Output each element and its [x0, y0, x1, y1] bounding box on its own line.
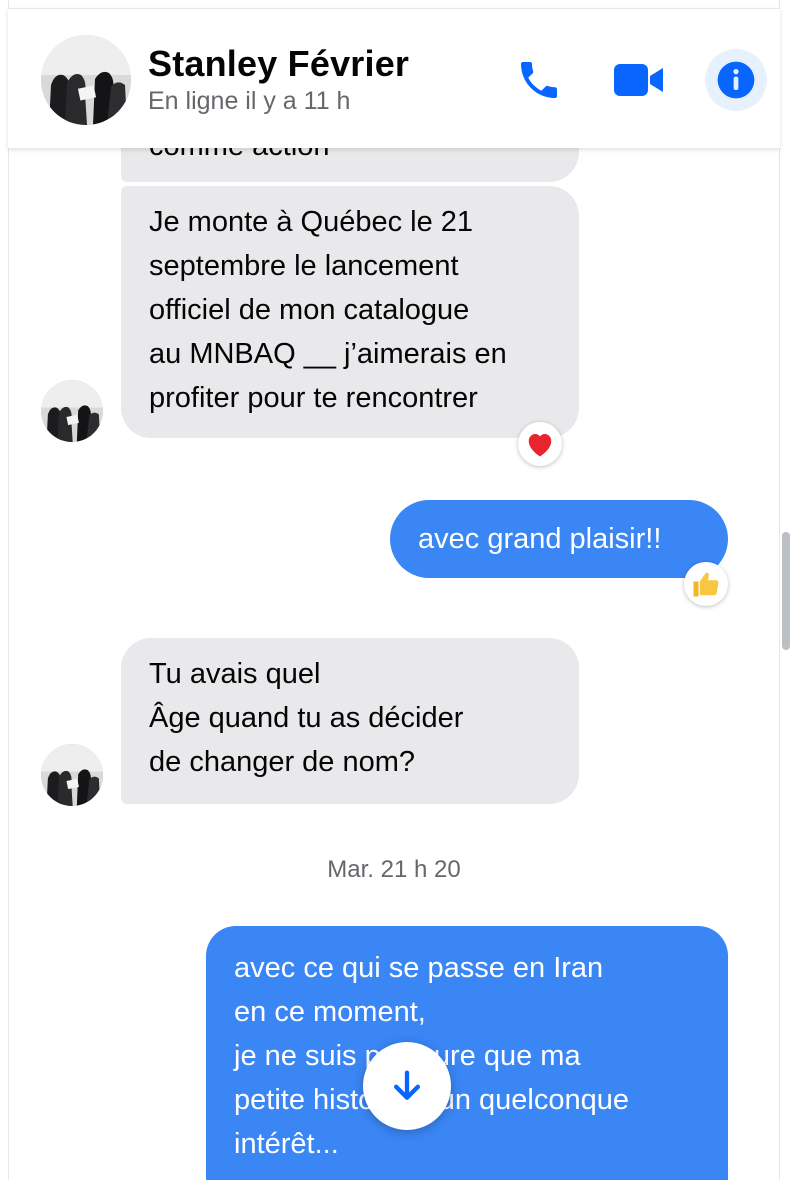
thumbs-up-icon: [693, 572, 719, 597]
video-call-button[interactable]: [608, 49, 670, 111]
red-heart-icon: [528, 434, 552, 457]
contact-status: En ligne il y a 11 h: [148, 87, 351, 115]
video-camera-icon: [614, 64, 663, 96]
message-line: Tu avais quel: [149, 658, 321, 690]
message-line: petite histoire a un quelconque: [234, 1084, 630, 1116]
message-bubble-incoming[interactable]: comme action: [121, 148, 579, 182]
message-bubble-outgoing[interactable]: avec grand plaisir!!: [390, 500, 728, 578]
message-timestamp: Mar. 21 h 20: [327, 856, 461, 883]
heart-reaction[interactable]: [518, 422, 562, 466]
contact-name[interactable]: Stanley Février: [148, 43, 409, 85]
message-line: intérêt...: [234, 1128, 339, 1160]
message-bubble-incoming[interactable]: Je monte à Québec le 21 septembre le lan…: [121, 186, 579, 438]
message-line: avec ce qui se passe en Iran: [234, 952, 604, 984]
phone-icon: [521, 62, 557, 98]
arrow-down-icon: [394, 1070, 420, 1100]
message-text: avec grand plaisir!!: [418, 523, 662, 555]
scroll-to-bottom-button[interactable]: [363, 1042, 451, 1130]
info-icon: [717, 61, 755, 99]
message-line: je ne suis pas sure que ma: [234, 1040, 581, 1072]
message-line: officiel de mon catalogue: [149, 294, 470, 326]
message-line: au MNBAQ __ j’aimerais en: [149, 338, 507, 370]
sender-avatar[interactable]: [41, 380, 103, 442]
message-line: profiter pour te rencontrer: [149, 382, 478, 414]
message-text: comme action: [149, 148, 551, 168]
message-bubble-incoming[interactable]: Tu avais quel Âge quand tu as décider de…: [121, 638, 579, 804]
message-bubble-outgoing[interactable]: avec ce qui se passe en Iran en ce momen…: [206, 926, 728, 1180]
sender-avatar[interactable]: [41, 744, 103, 806]
contact-avatar[interactable]: [41, 35, 131, 125]
messenger-chat-window: Stanley Février En ligne il y a 11 h com…: [0, 0, 792, 1180]
chat-header: Stanley Février En ligne il y a 11 h: [8, 8, 780, 148]
thumbs-up-reaction[interactable]: [684, 562, 728, 606]
call-button[interactable]: [508, 49, 570, 111]
message-line: Je monte à Québec le 21: [149, 206, 474, 238]
message-line: en ce moment,: [234, 996, 426, 1028]
scrollbar-thumb[interactable]: [782, 532, 790, 650]
message-thread[interactable]: comme action Je monte à Québec le 21 sep…: [8, 148, 780, 1180]
conversation-info-button[interactable]: [705, 49, 767, 111]
message-line: de changer de nom?: [149, 746, 416, 778]
message-line: Âge quand tu as décider: [149, 702, 464, 734]
message-line: septembre le lancement: [149, 250, 459, 282]
